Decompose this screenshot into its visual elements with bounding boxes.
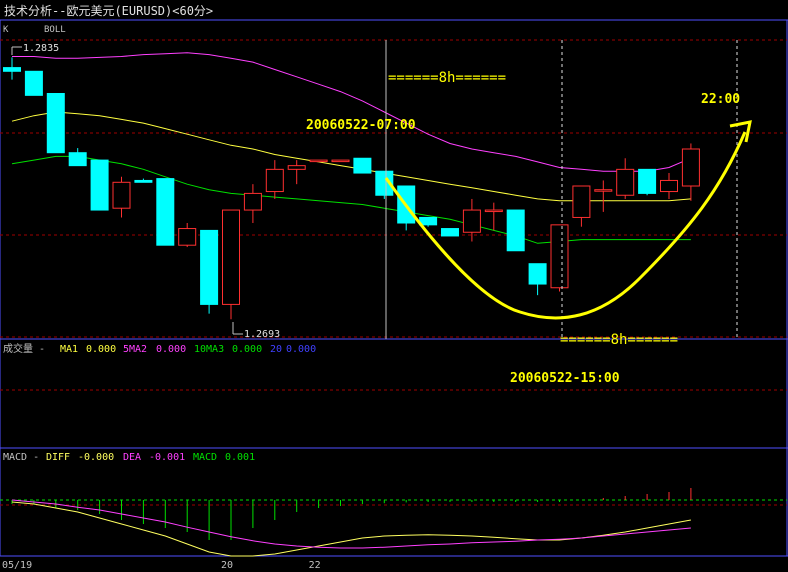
macd-diff-value: -0.000 (78, 452, 114, 463)
candle-down (46, 93, 65, 154)
volume-ma1-value: 0.000 (86, 344, 116, 355)
boll-label: BOLL (44, 25, 66, 35)
candle-up (112, 181, 131, 209)
candle-up (222, 209, 240, 305)
volume-title: 成交量 - (3, 342, 45, 355)
macd-macd-label: MACD (193, 452, 217, 463)
candle-down (506, 209, 525, 252)
macd-macd-value: 0.001 (225, 452, 255, 463)
candle-up (331, 159, 350, 163)
candle-down (441, 228, 459, 237)
volume-ma4-value: 0.000 (286, 344, 316, 355)
arrow-top-label: ======8h====== (388, 70, 506, 86)
volume-ma3-value: 0.000 (232, 344, 262, 355)
candle-down (90, 159, 109, 211)
candle-up (616, 168, 635, 196)
candle-down (3, 67, 21, 72)
x-axis-label: 05/19 (2, 560, 32, 571)
chart-title: 技术分析--欧元美元(EURUSD)<60分> (4, 4, 213, 18)
time2-label: 20060522-15:00 (510, 371, 620, 386)
candle-up (484, 209, 503, 213)
low-price-label: 1.2693 (244, 329, 280, 340)
macd-diff-label: DIFF (46, 452, 70, 463)
candle-down (134, 179, 153, 183)
arrow-bottom-label: ======8h====== (560, 332, 678, 348)
volume-ma2-value: 0.000 (156, 344, 186, 355)
x-axis-label: 20 (221, 560, 233, 571)
candle-up (594, 189, 613, 192)
candle-up (309, 159, 328, 163)
candle-up (681, 148, 700, 187)
candle-down (200, 229, 219, 305)
candle-up (572, 185, 591, 218)
macd-title: MACD - (3, 452, 39, 463)
candle-down (419, 216, 438, 226)
candle-down (638, 168, 657, 194)
candlestick-chart: 技术分析--欧元美元(EURUSD)<60分> K BOLL 1.2835 1.… (0, 0, 788, 572)
candle-up (287, 165, 306, 170)
candle-up (265, 168, 284, 193)
candle-down (156, 178, 175, 246)
high-price-label: 1.2835 (23, 43, 59, 54)
candle-up (462, 209, 481, 233)
x-axis-label: 22 (309, 560, 321, 571)
candle-down (68, 152, 87, 167)
volume-ma2-label: 5MA2 (123, 344, 147, 355)
k-label: K (3, 25, 9, 35)
candle-down (353, 157, 372, 174)
macd-dea-label: DEA (123, 452, 141, 463)
candle-down (528, 263, 547, 285)
chart-stage: 技术分析--欧元美元(EURUSD)<60分> K BOLL 1.2835 1.… (0, 0, 788, 572)
candle-up (178, 228, 197, 246)
time1-label: 20060522-07:00 (306, 118, 416, 133)
candle-up (660, 179, 678, 193)
time3-label: 22:00 (701, 92, 740, 107)
candle-up (243, 192, 262, 211)
volume-ma4-label: 20 (270, 344, 282, 355)
candle-down (24, 70, 43, 96)
volume-ma1-label: MA1 (60, 344, 78, 355)
macd-dea-value: -0.001 (149, 452, 185, 463)
volume-ma3-label: 10MA3 (194, 344, 224, 355)
candle-up (550, 224, 569, 289)
